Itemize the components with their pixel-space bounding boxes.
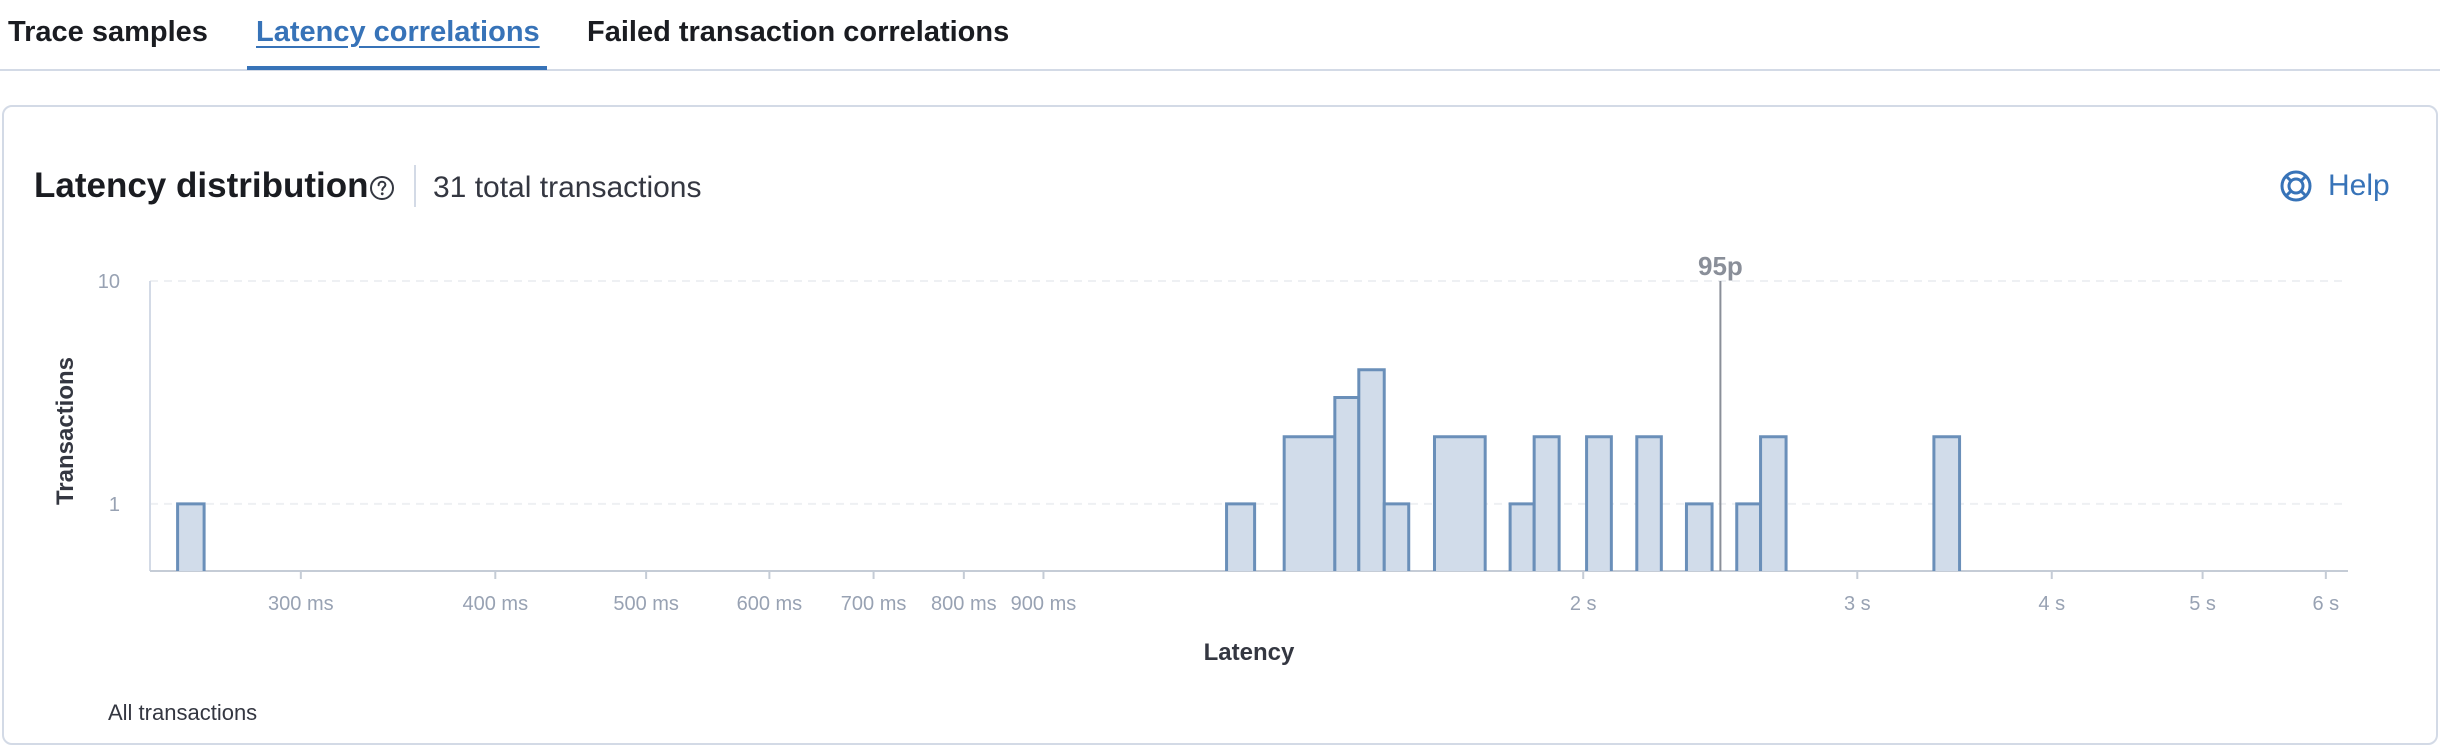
x-tick-label: 600 ms bbox=[737, 593, 803, 615]
legend-all-transactions[interactable]: All transactions bbox=[108, 700, 257, 726]
x-tick-label: 6 s bbox=[2312, 593, 2339, 615]
histogram-bar bbox=[1508, 502, 1536, 571]
x-tick-label: 5 s bbox=[2189, 593, 2216, 615]
histogram-bar bbox=[1585, 435, 1613, 571]
y-axis-title: Transactions bbox=[52, 357, 79, 505]
x-tick-label: 300 ms bbox=[268, 593, 334, 615]
latency-distribution-chart: 1 10 300 ms 400 ms 500 ms 600 ms 700 ms 800 ms 9… bbox=[52, 251, 2348, 666]
histogram-bar bbox=[1635, 435, 1663, 571]
y-tick-label: 1 bbox=[109, 494, 120, 516]
histogram-bar bbox=[1333, 396, 1361, 571]
histogram-bar bbox=[1684, 502, 1714, 571]
histogram-bar bbox=[176, 502, 206, 571]
x-tick-label: 500 ms bbox=[613, 593, 679, 615]
histogram-bar bbox=[1932, 435, 1962, 571]
histogram-bar bbox=[1735, 502, 1763, 571]
x-tick-label: 4 s bbox=[2038, 593, 2065, 615]
histogram-bar bbox=[1282, 435, 1337, 571]
x-tick-label: 700 ms bbox=[841, 593, 907, 615]
histogram-bar bbox=[1432, 435, 1487, 571]
y-tick-label: 10 bbox=[98, 271, 120, 293]
x-axis-title: Latency bbox=[1204, 639, 1295, 666]
percentile-marker-label: 95p bbox=[1698, 251, 1743, 281]
histogram-bar bbox=[1357, 368, 1386, 571]
x-tick-label: 800 ms bbox=[931, 593, 997, 615]
x-tick-label: 400 ms bbox=[463, 593, 529, 615]
x-tick-label: 3 s bbox=[1844, 593, 1871, 615]
histogram-bar bbox=[1225, 502, 1257, 571]
histogram-bar bbox=[1532, 435, 1561, 571]
histogram-bar bbox=[1382, 502, 1411, 571]
x-tick-label: 2 s bbox=[1570, 593, 1597, 615]
histogram-bar bbox=[1759, 435, 1788, 571]
x-tick-label: 900 ms bbox=[1011, 593, 1077, 615]
